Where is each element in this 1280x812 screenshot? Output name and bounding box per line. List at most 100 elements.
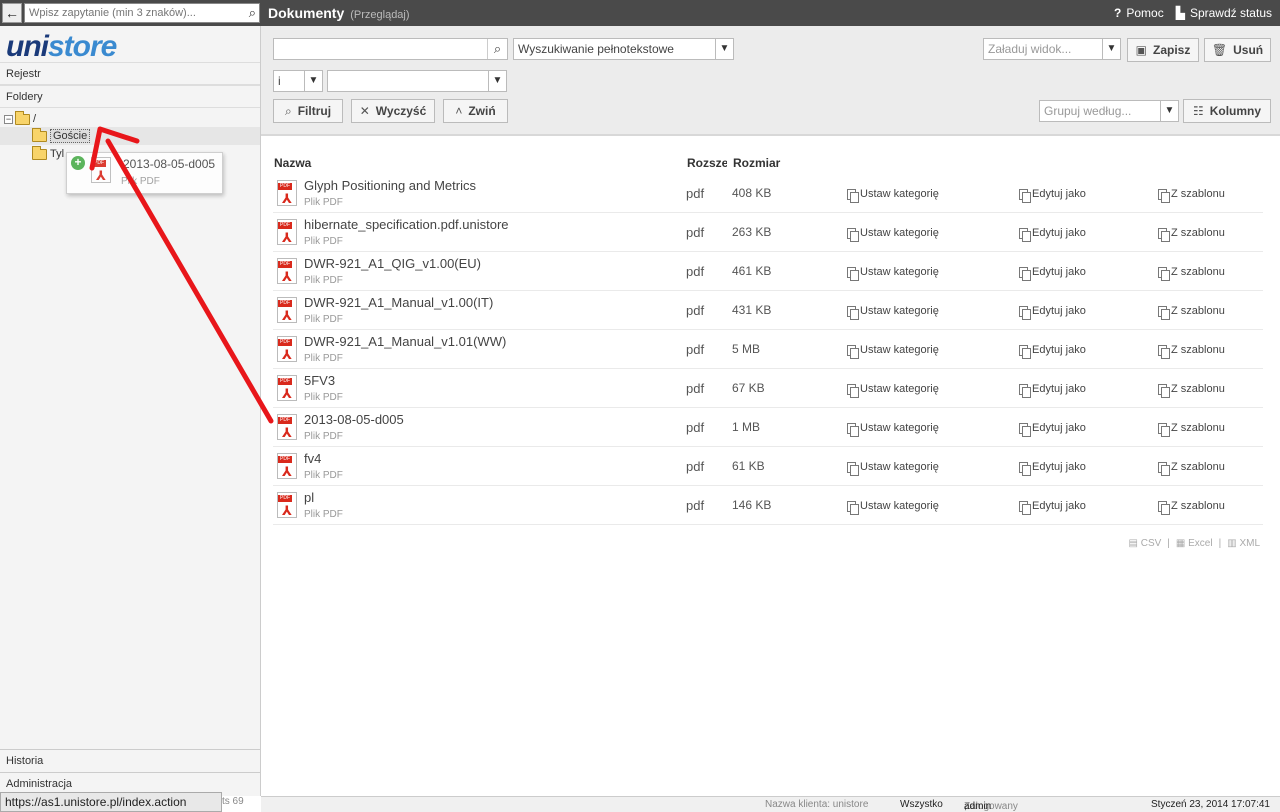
sidebar-item-history[interactable]: Historia: [0, 749, 260, 772]
csv-export-link[interactable]: ▤ CSV: [1129, 538, 1162, 549]
edit-as-action[interactable]: Edytuj jako: [1019, 305, 1086, 320]
set-category-action[interactable]: Ustaw kategorię: [847, 227, 939, 242]
collapse-button[interactable]: ˄ Zwiń: [443, 99, 508, 123]
table-row[interactable]: PDF ⅄ 5FV3 Plik PDF pdf 67 KB Ustaw kategorię E…: [273, 369, 1263, 408]
tree-node-guests-row[interactable]: Goście: [0, 127, 260, 145]
set-category-action[interactable]: Ustaw kategorię: [847, 188, 939, 203]
table-row[interactable]: PDF ⅄ Glyph Positioning and Metrics Plik PD…: [273, 174, 1263, 213]
document-name[interactable]: DWR-921_A1_QIG_v1.00(EU): [304, 256, 481, 271]
document-name[interactable]: hibernate_specification.pdf.unistore: [304, 217, 509, 232]
set-category-action[interactable]: Ustaw kategorię: [847, 383, 939, 398]
column-header-size[interactable]: Rozmiar: [733, 156, 780, 170]
tree-node-root[interactable]: − /: [4, 110, 36, 128]
clear-button[interactable]: ✕ Wyczyść: [351, 99, 435, 123]
document-size: 431 KB: [732, 303, 772, 317]
top-right-links: ? Pomoc ▙ Sprawdź status: [1114, 6, 1272, 20]
folders-label: Foldery: [6, 91, 43, 103]
from-template-action[interactable]: Z szablonu: [1158, 422, 1225, 437]
global-search-input[interactable]: [25, 4, 235, 22]
pdf-file-icon: PDF ⅄: [277, 258, 297, 284]
copy-icon: [1019, 461, 1031, 476]
document-extension: pdf: [686, 498, 705, 513]
chevron-down-icon[interactable]: ▼: [488, 71, 506, 91]
set-category-action[interactable]: Ustaw kategorię: [847, 422, 939, 437]
table-row[interactable]: PDF ⅄ hibernate_specification.pdf.unistore…: [273, 213, 1263, 252]
table-row[interactable]: PDF ⅄ 2013-08-05-d005 Plik PDF pdf 1 MB Ustaw …: [273, 408, 1263, 447]
search-icon[interactable]: ⌕: [487, 39, 507, 59]
from-template-action[interactable]: Z szablonu: [1158, 383, 1225, 398]
field-select[interactable]: ▼: [327, 70, 507, 92]
delete-button[interactable]: 🗑 Usuń: [1204, 38, 1271, 62]
document-name[interactable]: Glyph Positioning and Metrics: [304, 178, 476, 193]
tree-node-label: Tyl: [50, 148, 65, 160]
scope-all-link[interactable]: Wszystko: [900, 799, 943, 810]
sidebar-item-registry[interactable]: Rejestr: [0, 62, 260, 85]
edit-as-action[interactable]: Edytuj jako: [1019, 344, 1086, 359]
edit-as-action[interactable]: Edytuj jako: [1019, 461, 1086, 476]
group-by-select[interactable]: Grupuj według... ▼: [1039, 100, 1179, 122]
table-row[interactable]: PDF ⅄ pl Plik PDF pdf 146 KB Ustaw kategorię Ed…: [273, 486, 1263, 525]
help-link[interactable]: ? Pomoc: [1114, 6, 1164, 20]
load-view-select[interactable]: Załaduj widok... ▼: [983, 38, 1121, 60]
edit-as-label: Edytuj jako: [1032, 461, 1086, 473]
set-category-action[interactable]: Ustaw kategorię: [847, 266, 939, 281]
columns-button[interactable]: ☷ Kolumny: [1183, 99, 1271, 123]
back-arrow-icon[interactable]: ←: [2, 3, 22, 23]
set-category-action[interactable]: Ustaw kategorię: [847, 344, 939, 359]
table-row[interactable]: PDF ⅄ DWR-921_A1_Manual_v1.00(IT) Plik PDF p…: [273, 291, 1263, 330]
from-template-action[interactable]: Z szablonu: [1158, 266, 1225, 281]
edit-as-action[interactable]: Edytuj jako: [1019, 383, 1086, 398]
sidebar: unistore Rejestr Foldery − / Goście Tyl …: [0, 26, 261, 796]
document-size: 1 MB: [732, 420, 761, 434]
edit-as-action[interactable]: Edytuj jako: [1019, 227, 1086, 242]
chevron-down-icon[interactable]: ▼: [304, 71, 322, 91]
excel-export-link[interactable]: ▦ Excel: [1176, 538, 1213, 549]
column-header-ext[interactable]: Rozsze: [687, 156, 727, 170]
edit-as-action[interactable]: Edytuj jako: [1019, 188, 1086, 203]
logout-link[interactable]: , wyloguj się.: [964, 801, 997, 812]
from-template-label: Z szablonu: [1171, 305, 1225, 317]
table-row[interactable]: PDF ⅄ fv4 Plik PDF pdf 61 KB Ustaw kategorię Ed…: [273, 447, 1263, 486]
from-template-action[interactable]: Z szablonu: [1158, 500, 1225, 515]
table-row[interactable]: PDF ⅄ DWR-921_A1_QIG_v1.00(EU) Plik PDF pdf 4…: [273, 252, 1263, 291]
from-template-action[interactable]: Z szablonu: [1158, 227, 1225, 242]
pdf-file-icon: PDF ⅄: [277, 180, 297, 206]
document-name[interactable]: DWR-921_A1_Manual_v1.01(WW): [304, 334, 506, 349]
set-category-action[interactable]: Ustaw kategorię: [847, 461, 939, 476]
filter-button[interactable]: ⌕ Filtruj: [273, 99, 343, 123]
document-name[interactable]: 2013-08-05-d005: [304, 412, 404, 427]
save-button[interactable]: ▣ Zapisz: [1127, 38, 1199, 62]
sidebar-section-folders[interactable]: Foldery: [0, 85, 260, 108]
tree-node-tyl[interactable]: Tyl: [32, 145, 64, 163]
document-name[interactable]: DWR-921_A1_Manual_v1.00(IT): [304, 295, 493, 310]
copy-icon: [847, 461, 859, 476]
chevron-down-icon[interactable]: ▼: [1102, 39, 1120, 59]
search-toolbar: ⌕ Wyszukiwanie pełnotekstowe ▼ Załaduj w…: [261, 26, 1280, 136]
column-header-name[interactable]: Nazwa: [274, 156, 311, 170]
set-category-action[interactable]: Ustaw kategorię: [847, 305, 939, 320]
status-link[interactable]: ▙ Sprawdź status: [1176, 6, 1272, 20]
edit-as-action[interactable]: Edytuj jako: [1019, 266, 1086, 281]
global-search-box[interactable]: ⌕: [24, 3, 260, 23]
edit-as-action[interactable]: Edytuj jako: [1019, 422, 1086, 437]
from-template-action[interactable]: Z szablonu: [1158, 305, 1225, 320]
from-template-action[interactable]: Z szablonu: [1158, 188, 1225, 203]
search-icon[interactable]: ⌕: [249, 5, 256, 21]
document-name[interactable]: pl: [304, 490, 314, 505]
from-template-action[interactable]: Z szablonu: [1158, 461, 1225, 476]
search-mode-select[interactable]: Wyszukiwanie pełnotekstowe ▼: [513, 38, 734, 60]
close-icon: ✕: [359, 104, 370, 118]
edit-as-action[interactable]: Edytuj jako: [1019, 500, 1086, 515]
document-search-input[interactable]: ⌕: [273, 38, 508, 60]
operator-select[interactable]: i ▼: [273, 70, 323, 92]
xml-export-link[interactable]: ▥ XML: [1227, 538, 1260, 549]
document-name[interactable]: 5FV3: [304, 373, 335, 388]
logo[interactable]: unistore: [6, 30, 117, 64]
from-template-action[interactable]: Z szablonu: [1158, 344, 1225, 359]
chevron-down-icon[interactable]: ▼: [715, 39, 733, 59]
document-name[interactable]: fv4: [304, 451, 321, 466]
chevron-down-icon[interactable]: ▼: [1160, 101, 1178, 121]
set-category-action[interactable]: Ustaw kategorię: [847, 500, 939, 515]
table-row[interactable]: PDF ⅄ DWR-921_A1_Manual_v1.01(WW) Plik PDF p…: [273, 330, 1263, 369]
collapse-icon[interactable]: −: [4, 114, 13, 124]
